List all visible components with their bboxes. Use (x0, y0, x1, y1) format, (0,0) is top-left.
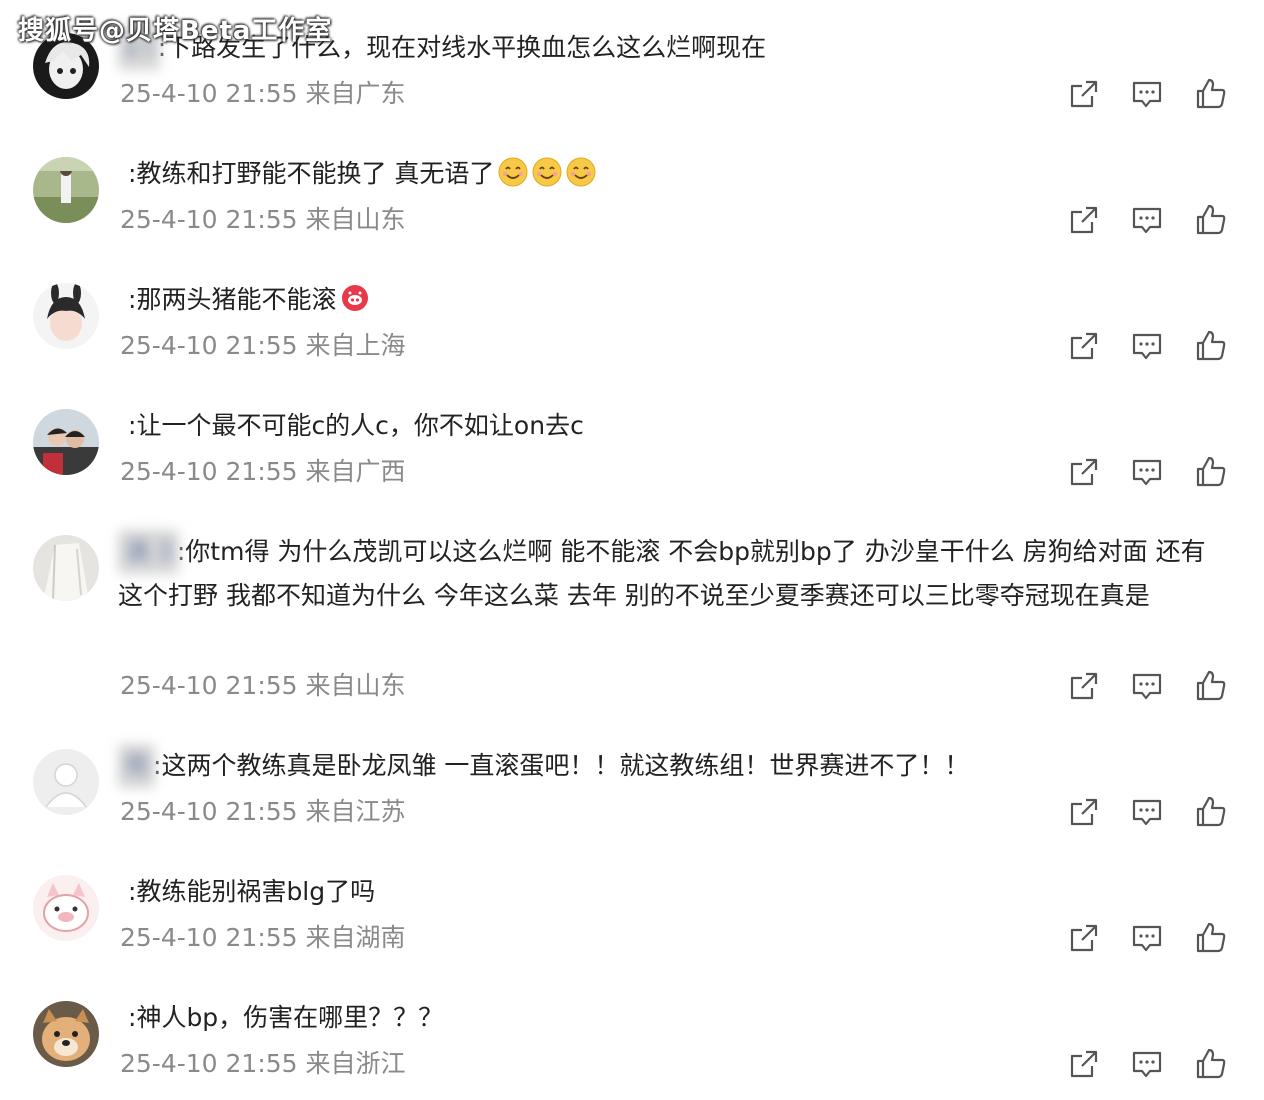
comment-actions (1066, 328, 1236, 364)
comment-text-line: :让一个最不可能c的人c，你不如让on去c (118, 404, 1234, 448)
comment-location: 来自湖南 (305, 923, 406, 952)
avatar[interactable] (33, 283, 99, 349)
comment-actions (1066, 794, 1236, 830)
thumbs-up-icon[interactable] (1193, 76, 1229, 112)
share-icon[interactable] (1066, 76, 1102, 112)
smile-emoji (498, 157, 528, 187)
comment-actions (1066, 668, 1236, 704)
thumbs-up-icon[interactable] (1193, 794, 1229, 830)
avatar[interactable] (33, 157, 99, 223)
comment-time: 25-4-10 21:55 (120, 331, 298, 360)
comment-meta: 25-4-10 21:55 来自江苏 (120, 794, 406, 830)
comment-text: 教练能别祸害blg了吗 (136, 877, 376, 906)
comment-location: 来自上海 (305, 331, 406, 360)
comment-icon[interactable] (1129, 202, 1165, 238)
comment-actions (1066, 1046, 1236, 1082)
thumbs-up-icon[interactable] (1193, 202, 1229, 238)
comment-actions (1066, 920, 1236, 956)
comment-text-line: 用 :这两个教练真是卧龙凤雏 一直滚蛋吧！！就这教练组！世界赛进不了！！ (118, 744, 1234, 788)
comment-username[interactable]: 用 (118, 744, 156, 788)
comment-icon[interactable] (1129, 454, 1165, 490)
pig-emoji (342, 285, 369, 311)
comment-time: 25-4-10 21:55 (120, 457, 298, 486)
thumbs-up-icon[interactable] (1193, 1046, 1229, 1082)
comment-location: 来自江苏 (305, 797, 406, 826)
comment-username[interactable]: 涌 3 (118, 530, 179, 574)
comment-text-line: :教练能别祸害blg了吗 (118, 870, 1234, 914)
comment-list-page: 搜狐号@贝塔Beta工作室 x l:下路发生了什么，现在对线水平换血怎么这么烂啊… (0, 0, 1264, 1100)
comment-icon[interactable] (1129, 794, 1165, 830)
comment-text-line: 涌 3:你tm得 为什么茂凯可以这么烂啊 能不能滚 不会bp就别bp了 办沙皇干… (118, 530, 1228, 618)
comment-meta: 25-4-10 21:55 来自山东 (120, 202, 406, 238)
share-icon[interactable] (1066, 794, 1102, 830)
comment-location: 来自山东 (305, 205, 406, 234)
smile-emoji (566, 157, 596, 187)
comment-location: 来自山东 (305, 671, 406, 700)
avatar[interactable] (33, 749, 99, 815)
share-icon[interactable] (1066, 202, 1102, 238)
watermark: 搜狐号@贝塔Beta工作室 (18, 16, 333, 46)
share-icon[interactable] (1066, 328, 1102, 364)
comment-icon[interactable] (1129, 76, 1165, 112)
avatar[interactable] (33, 535, 99, 601)
comment-meta: 25-4-10 21:55 来自上海 (120, 328, 406, 364)
comment-text: 让一个最不可能c的人c，你不如让on去c (136, 411, 584, 440)
comment-text-line: :那两头猪能不能滚 (118, 278, 1234, 322)
share-icon[interactable] (1066, 454, 1102, 490)
comment-location: 来自浙江 (305, 1049, 406, 1078)
comment-text-line: :神人bp，伤害在哪里？？？ (118, 996, 1234, 1040)
comment-meta: 25-4-10 21:55 来自广东 (120, 76, 406, 112)
comment-actions (1066, 76, 1236, 112)
thumbs-up-icon[interactable] (1193, 668, 1229, 704)
comment-text: 你tm得 为什么茂凯可以这么烂啊 能不能滚 不会bp就别bp了 办沙皇干什么 房… (118, 537, 1206, 610)
comment-location: 来自广西 (305, 457, 406, 486)
comment-location: 来自广东 (305, 79, 406, 108)
comment-icon[interactable] (1129, 328, 1165, 364)
share-icon[interactable] (1066, 920, 1102, 956)
comment-text: 这两个教练真是卧龙凤雏 一直滚蛋吧！！就这教练组！世界赛进不了！！ (161, 751, 970, 780)
comment-text: 教练和打野能不能换了 真无语了 (136, 159, 495, 188)
comment-actions (1066, 202, 1236, 238)
thumbs-up-icon[interactable] (1193, 454, 1229, 490)
comment-time: 25-4-10 21:55 (120, 205, 298, 234)
comment-text: 那两头猪能不能滚 (136, 285, 337, 314)
comment-icon[interactable] (1129, 1046, 1165, 1082)
comment-time: 25-4-10 21:55 (120, 797, 298, 826)
comment-actions (1066, 454, 1236, 490)
comment-meta: 25-4-10 21:55 来自山东 (120, 668, 406, 704)
comment-time: 25-4-10 21:55 (120, 1049, 298, 1078)
comment-meta: 25-4-10 21:55 来自浙江 (120, 1046, 406, 1082)
comment-meta: 25-4-10 21:55 来自广西 (120, 454, 406, 490)
thumbs-up-icon[interactable] (1193, 328, 1229, 364)
comment-time: 25-4-10 21:55 (120, 671, 298, 700)
share-icon[interactable] (1066, 668, 1102, 704)
thumbs-up-icon[interactable] (1193, 920, 1229, 956)
smile-emoji (532, 157, 562, 187)
avatar[interactable] (33, 1001, 99, 1067)
comment-time: 25-4-10 21:55 (120, 923, 298, 952)
comment-text: 神人bp，伤害在哪里？？？ (136, 1003, 444, 1032)
avatar[interactable] (33, 409, 99, 475)
comment-meta: 25-4-10 21:55 来自湖南 (120, 920, 406, 956)
comment-time: 25-4-10 21:55 (120, 79, 298, 108)
comment-icon[interactable] (1129, 668, 1165, 704)
avatar[interactable] (33, 875, 99, 941)
share-icon[interactable] (1066, 1046, 1102, 1082)
comment-text-line: :教练和打野能不能换了 真无语了 (118, 152, 1234, 196)
comment-icon[interactable] (1129, 920, 1165, 956)
